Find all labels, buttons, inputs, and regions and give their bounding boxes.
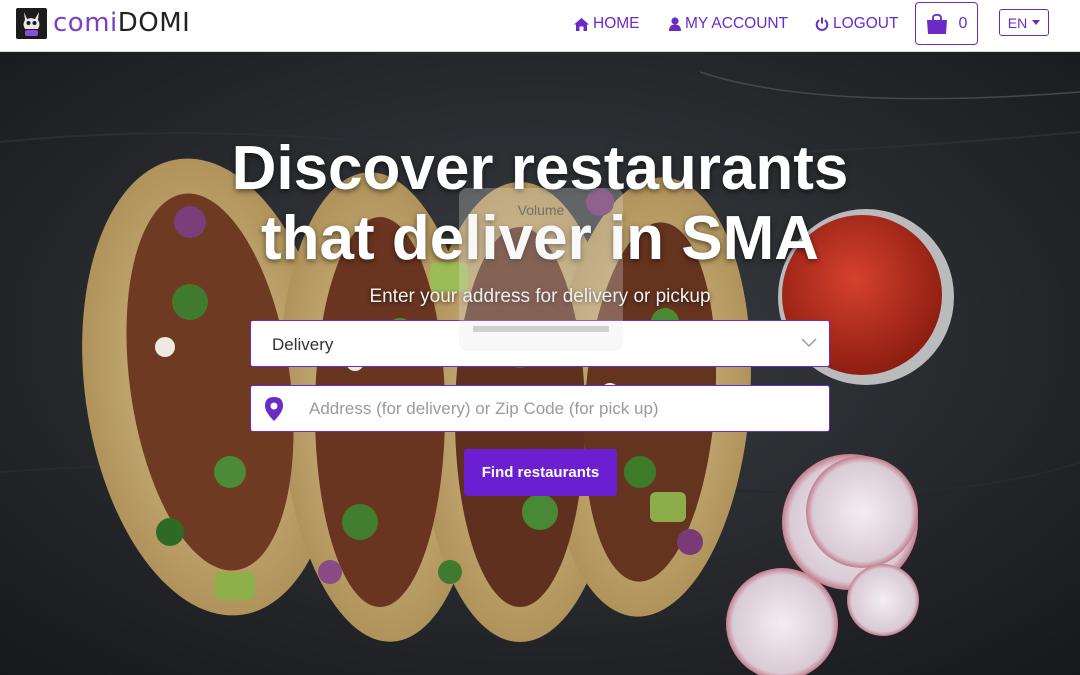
nav-account-label: MY ACCOUNT (685, 15, 789, 32)
find-restaurants-button[interactable]: Find restaurants (464, 449, 617, 496)
language-label: EN (1007, 14, 1028, 31)
power-icon (815, 17, 829, 31)
brand-name-light: comi (53, 8, 118, 38)
shopping-bag-icon (926, 13, 947, 34)
nav-logout-link[interactable]: LOGOUT (815, 14, 898, 34)
hero-section: Discover restaurants that deliver in SMA… (0, 52, 1080, 675)
mascot-logo-icon (16, 7, 47, 39)
volume-level-bar (473, 326, 609, 332)
cart-count: 0 (958, 14, 968, 32)
cart-button[interactable]: 0 (915, 2, 978, 45)
map-pin-icon (265, 397, 283, 421)
volume-overlay: Volume (459, 188, 623, 351)
brand-name-dark: DOMI (117, 8, 191, 38)
delivery-mode-value: Delivery (272, 335, 334, 354)
user-icon (669, 17, 681, 31)
home-icon (574, 17, 589, 31)
brand-wordmark: comiDOMI (53, 8, 190, 38)
nav-home-link[interactable]: HOME (574, 14, 640, 34)
nav-account-link[interactable]: MY ACCOUNT (669, 14, 788, 34)
nav-logout-label: LOGOUT (833, 15, 899, 32)
caret-down-icon (1032, 20, 1041, 25)
language-dropdown[interactable]: EN (999, 9, 1049, 36)
chevron-down-icon (801, 338, 817, 348)
nav-home-label: HOME (593, 15, 640, 32)
volume-label: Volume (517, 202, 565, 218)
comidomi-logo[interactable]: comiDOMI (16, 7, 190, 39)
top-navbar: comiDOMI HOME MY ACCOUNT LOGOUT 0 EN (0, 0, 1080, 52)
address-input[interactable] (309, 386, 819, 431)
address-field[interactable] (250, 385, 830, 432)
